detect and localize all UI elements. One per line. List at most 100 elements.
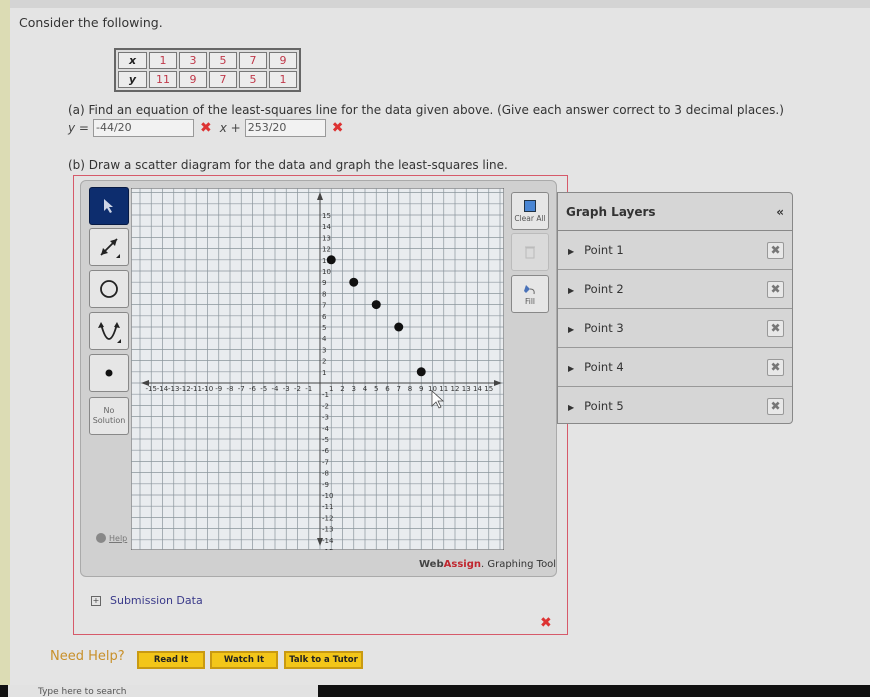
x-tick-label: -4 [272, 385, 280, 393]
trash-icon [525, 246, 535, 259]
no-solution-line1: No [103, 406, 115, 415]
layer-item[interactable]: ▶ Point 4 ✖ [558, 348, 792, 387]
y-tick-label: 5 [322, 324, 326, 332]
y-tick-label: -5 [322, 436, 329, 444]
y-tick-label: -4 [322, 425, 330, 433]
incorrect-icon: ✖ [540, 615, 552, 631]
read-it-button[interactable]: Read It [137, 651, 205, 669]
submission-data-toggle[interactable]: + Submission Data [91, 594, 203, 607]
y-tick-label: 4 [322, 335, 327, 343]
x-tick-label: -13 [168, 385, 179, 393]
help-link[interactable]: Help [96, 533, 127, 543]
x-tick-label: -2 [294, 385, 301, 393]
y-tick-label: -15 [322, 548, 333, 550]
point-tool-button[interactable] [89, 354, 129, 392]
layer-label: Point 5 [584, 399, 624, 413]
graph-background [131, 188, 504, 550]
layer-item[interactable]: ▶ Point 2 ✖ [558, 270, 792, 309]
y-tick-label: -6 [322, 447, 330, 455]
y-tick-label: -14 [322, 537, 334, 545]
graph-layers-header: Graph Layers « [558, 193, 792, 231]
y-header: y [118, 71, 147, 88]
intercept-input[interactable]: 253/20 [244, 119, 326, 137]
y-tick-label: -10 [322, 492, 333, 500]
brand-web: Web [419, 559, 444, 570]
x-tick-label: 15 [484, 385, 493, 393]
brand-assign: Assign [443, 559, 481, 570]
help-label: Help [109, 533, 128, 543]
y-tick-label: -2 [322, 402, 329, 410]
x-tick-label: -3 [283, 385, 290, 393]
webassign-brand: WebAssign. Graphing Tool [419, 559, 556, 570]
delete-layer-icon[interactable]: ✖ [767, 358, 784, 376]
x-tick-label: 1 [329, 385, 333, 393]
clear-all-button[interactable]: Clear All [511, 192, 549, 230]
x-row: x 1 3 5 7 9 [118, 52, 297, 69]
line-tool-button[interactable] [89, 228, 129, 266]
y-tick-label: 12 [322, 246, 331, 254]
y-value: 5 [239, 71, 267, 88]
graph-canvas[interactable]: -15 -14 -13 -12 -11 -10 -9 -8 -7 -6 -5 -4 -3 -2 -1 1 2 3 4… [131, 188, 504, 550]
x-tick-label: 13 [462, 385, 471, 393]
incorrect-icon: ✖ [199, 120, 212, 136]
expand-triangle-icon[interactable]: ▶ [568, 247, 574, 256]
talk-to-tutor-button[interactable]: Talk to a Tutor [284, 651, 363, 669]
incorrect-icon: ✖ [331, 120, 344, 136]
submission-data-label: Submission Data [110, 594, 203, 607]
delete-layer-icon[interactable]: ✖ [767, 319, 784, 337]
scatter-point [394, 322, 404, 332]
y-tick-label: -1 [322, 391, 329, 399]
delete-layer-icon[interactable]: ✖ [767, 241, 784, 259]
left-margin-strip [0, 0, 10, 690]
x-plus-label: x + [219, 121, 241, 135]
layer-item[interactable]: ▶ Point 5 ✖ [558, 387, 792, 425]
help-globe-icon [96, 533, 106, 543]
select-tool-button[interactable] [89, 187, 129, 225]
parabola-tool-button[interactable] [89, 312, 129, 350]
layer-item[interactable]: ▶ Point 1 ✖ [558, 231, 792, 270]
slope-input[interactable]: -44/20 [92, 119, 194, 137]
x-tick-label: 5 [374, 385, 378, 393]
expand-triangle-icon[interactable]: ▶ [568, 325, 574, 334]
expand-triangle-icon[interactable]: ▶ [568, 403, 574, 412]
taskbar-search-input[interactable]: Type here to search [8, 685, 318, 697]
equation-row: y = -44/20 ✖ x + 253/20 ✖ [68, 119, 351, 137]
delete-button[interactable] [511, 233, 549, 271]
expand-triangle-icon[interactable]: ▶ [568, 286, 574, 295]
watch-it-button[interactable]: Watch It [210, 651, 278, 669]
need-help-label: Need Help? [50, 649, 125, 664]
circle-tool-button[interactable] [89, 270, 129, 308]
delete-layer-icon[interactable]: ✖ [767, 397, 784, 415]
y-tick-label: 9 [322, 279, 326, 287]
x-tick-label: 7 [397, 385, 401, 393]
x-value: 3 [179, 52, 207, 69]
layer-label: Point 1 [584, 243, 624, 257]
graph-layers-panel: Graph Layers « ▶ Point 1 ✖ ▶ Point 2 ✖ ▶ Po… [557, 192, 793, 424]
line-arrows-icon [100, 238, 120, 258]
y-row: y 11 9 7 5 1 [118, 71, 297, 88]
x-tick-label: -9 [215, 385, 222, 393]
top-border [0, 0, 870, 8]
x-tick-label: -10 [202, 385, 213, 393]
y-value: 7 [209, 71, 237, 88]
expand-triangle-icon[interactable]: ▶ [568, 364, 574, 373]
x-tick-label: -7 [238, 385, 245, 393]
part-b-prompt: (b) Draw a scatter diagram for the data … [68, 158, 508, 172]
brand-suffix: . Graphing Tool [480, 559, 557, 570]
x-tick-label: 9 [419, 385, 423, 393]
no-solution-button[interactable]: No Solution [89, 397, 129, 435]
collapse-icon[interactable]: « [776, 205, 784, 219]
layer-item[interactable]: ▶ Point 3 ✖ [558, 309, 792, 348]
x-value: 5 [209, 52, 237, 69]
y-tick-label: 6 [322, 313, 327, 321]
fill-button[interactable]: Fill [511, 275, 549, 313]
y-tick-label: -9 [322, 481, 329, 489]
x-tick-label: -14 [157, 385, 169, 393]
y-tick-label: 13 [322, 234, 331, 242]
x-tick-label: -8 [227, 385, 234, 393]
x-tick-label: 2 [340, 385, 344, 393]
clear-all-icon [524, 199, 536, 212]
x-tick-label: -15 [146, 385, 157, 393]
delete-layer-icon[interactable]: ✖ [767, 280, 784, 298]
x-tick-label: 4 [363, 385, 368, 393]
